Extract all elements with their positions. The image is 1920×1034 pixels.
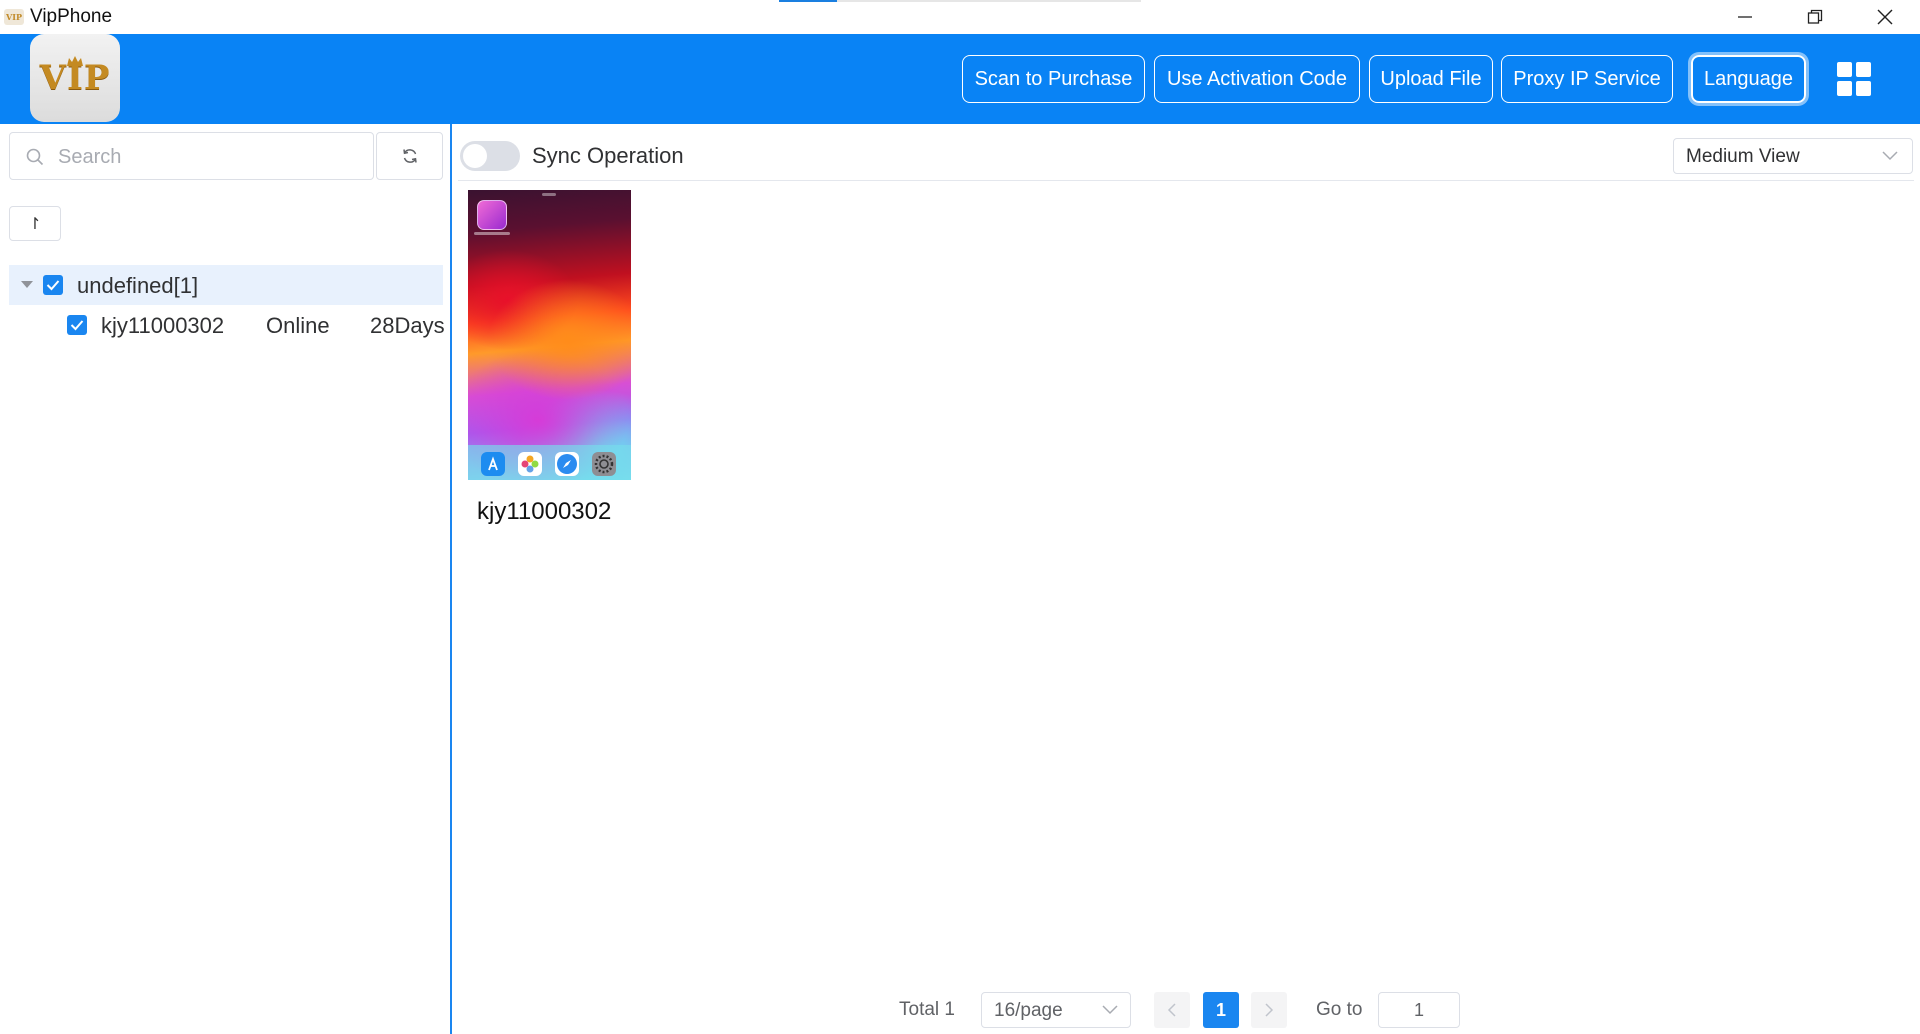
close-button[interactable] <box>1850 0 1920 34</box>
loading-progress-bar <box>779 0 1141 2</box>
search-input[interactable]: Search <box>9 132 374 180</box>
chevron-right-icon <box>1265 1003 1274 1017</box>
scan-to-purchase-button[interactable]: Scan to Purchase <box>962 55 1145 103</box>
app-store-icon <box>481 452 505 476</box>
view-size-value: Medium View <box>1686 146 1800 167</box>
settings-icon <box>592 452 616 476</box>
group-checkbox[interactable] <box>43 275 63 295</box>
phone-name-label[interactable]: kjy11000302 <box>477 498 611 526</box>
page-number-current[interactable]: 1 <box>1203 992 1239 1028</box>
app-icon: VIP <box>4 9 24 25</box>
close-icon <box>1877 9 1893 25</box>
prev-page-button[interactable] <box>1154 992 1190 1028</box>
page-size-select[interactable]: 16/page <box>981 992 1131 1028</box>
device-checkbox[interactable] <box>67 315 87 335</box>
use-activation-code-button[interactable]: Use Activation Code <box>1154 55 1360 103</box>
vip-logo: VIP <box>30 34 120 122</box>
loading-progress-fill <box>779 0 837 2</box>
device-name: kjy11000302 <box>101 313 225 338</box>
language-button[interactable]: Language <box>1691 55 1806 103</box>
device-remaining: 28Days <box>370 313 445 338</box>
goto-label: Go to <box>1316 999 1363 1020</box>
toggle-knob <box>463 144 487 168</box>
sort-button[interactable]: ↾ <box>9 206 61 241</box>
group-label: undefined[1] <box>77 273 199 298</box>
phone-screen-thumbnail[interactable] <box>468 190 631 480</box>
proxy-ip-service-button[interactable]: Proxy IP Service <box>1501 55 1673 103</box>
tree-device-row[interactable]: kjy11000302 Online 28Days <box>9 305 445 345</box>
safari-icon <box>555 452 579 476</box>
sidebar-divider[interactable] <box>450 124 452 1034</box>
sync-operation-toggle[interactable] <box>460 141 520 171</box>
sync-operation-label: Sync Operation <box>532 143 684 168</box>
device-sidebar <box>0 124 450 1034</box>
expand-caret-icon[interactable] <box>21 281 33 288</box>
phone-dock <box>468 445 631 480</box>
restore-icon <box>1807 9 1823 24</box>
phone-status-bar <box>542 193 556 196</box>
toolbar-divider <box>458 180 1914 181</box>
chevron-down-icon <box>1882 151 1898 161</box>
window-title: VipPhone <box>30 6 113 27</box>
title-bar: VIP VipPhone <box>0 0 1920 34</box>
photos-icon <box>518 452 542 476</box>
refresh-icon <box>402 149 417 163</box>
search-icon <box>26 148 44 166</box>
home-app-icon <box>477 200 507 230</box>
home-app-label <box>474 232 510 235</box>
goto-page-input[interactable] <box>1378 992 1460 1028</box>
view-size-select[interactable]: Medium View <box>1673 138 1913 174</box>
search-placeholder: Search <box>58 146 122 168</box>
chevron-left-icon <box>1167 1003 1176 1017</box>
grid-icon[interactable] <box>1837 62 1873 98</box>
restore-button[interactable] <box>1780 0 1850 34</box>
crown-icon <box>67 56 83 66</box>
minimize-button[interactable] <box>1710 0 1780 34</box>
device-status: Online <box>266 313 330 338</box>
pagination-total: Total 1 <box>899 999 955 1020</box>
refresh-button[interactable] <box>376 132 443 180</box>
page-size-value: 16/page <box>994 1000 1063 1021</box>
upload-file-button[interactable]: Upload File <box>1369 55 1493 103</box>
chevron-down-icon <box>1102 1005 1118 1015</box>
tree-group-row[interactable]: undefined[1] <box>9 265 443 305</box>
minimize-icon <box>1738 16 1752 18</box>
next-page-button[interactable] <box>1251 992 1287 1028</box>
